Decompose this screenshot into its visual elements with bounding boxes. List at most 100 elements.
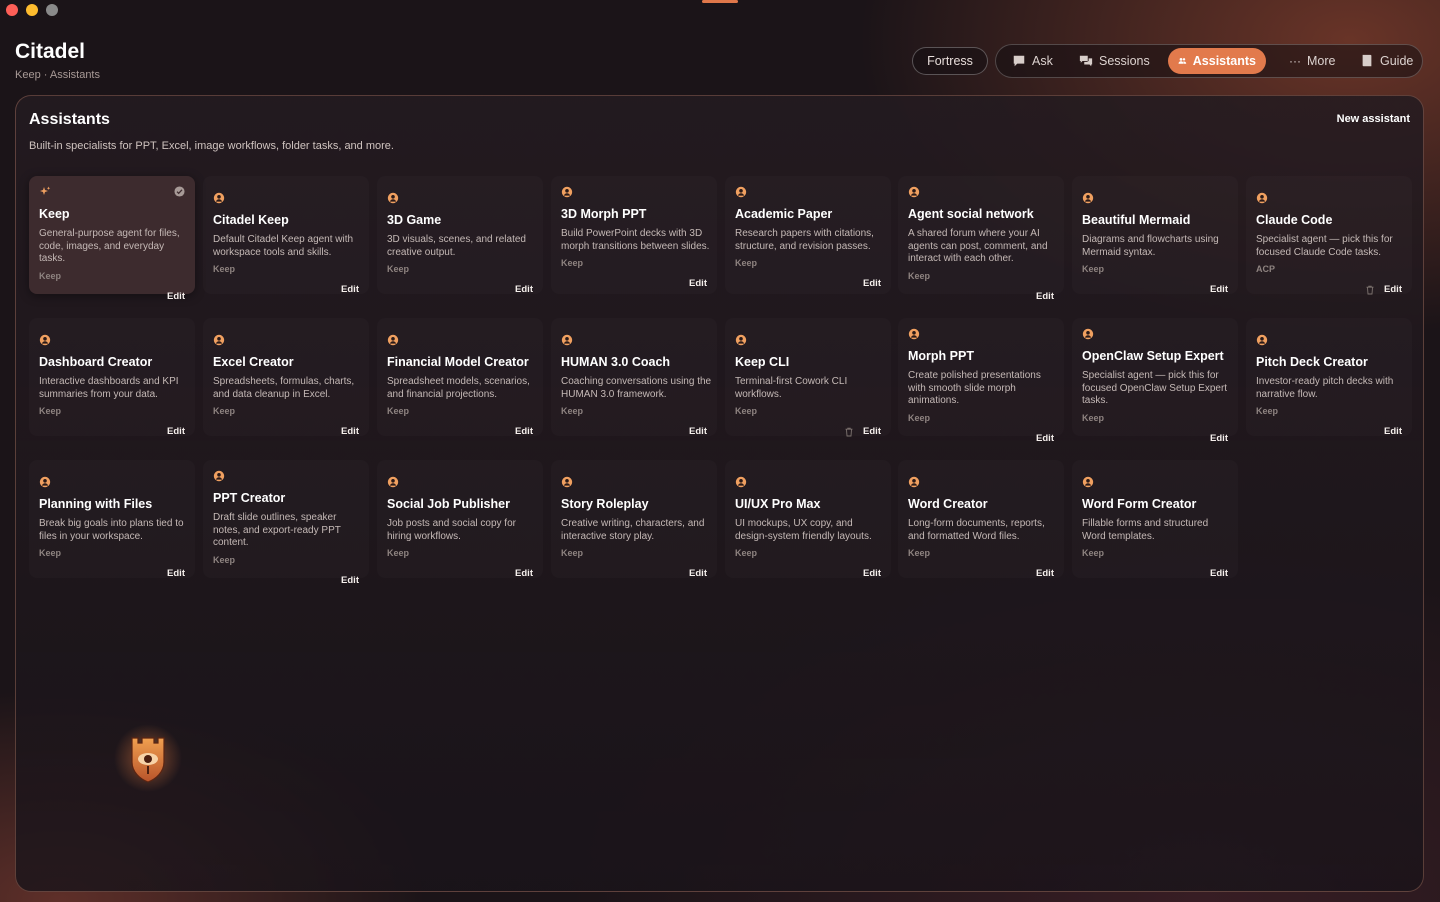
assistant-name: 3D Game [387, 213, 442, 227]
assistant-description: UI mockups, UX copy, and design-system f… [735, 518, 872, 542]
edit-button[interactable]: Edit [1210, 568, 1228, 579]
assistant-card[interactable]: Financial Model Creator Spreadsheet model… [377, 318, 543, 437]
edit-button[interactable]: Edit [1210, 433, 1228, 444]
assistant-source-badge: Keep [213, 555, 236, 565]
nav-ask[interactable]: Ask [1002, 48, 1063, 74]
ellipsis-icon: ··· [1289, 54, 1301, 68]
assistant-card[interactable]: Beautiful Mermaid Diagrams and flowcharts… [1072, 176, 1238, 295]
assistant-description: Draft slide outlines, speaker notes, and… [213, 512, 341, 548]
assistant-source-badge: Keep [213, 264, 236, 274]
assistant-card[interactable]: Agent social network A shared forum where… [898, 176, 1064, 302]
edit-button[interactable]: Edit [689, 278, 707, 289]
drag-handle[interactable] [702, 0, 738, 3]
assistant-card[interactable]: Word Creator Long-form documents, reports… [898, 460, 1064, 579]
edit-button[interactable]: Edit [167, 426, 185, 437]
nav-more[interactable]: ··· More [1279, 48, 1345, 74]
check-icon [174, 186, 185, 197]
edit-button[interactable]: Edit [1036, 433, 1054, 444]
users-icon [1178, 57, 1187, 64]
assistant-description: Research papers with citations, structur… [735, 228, 874, 252]
assistant-name: HUMAN 3.0 Coach [561, 355, 671, 369]
assistant-card[interactable]: Citadel Keep Default Citadel Keep agent w… [203, 176, 369, 295]
user-icon [387, 192, 399, 204]
edit-button[interactable]: Edit [515, 426, 533, 437]
edit-button[interactable]: Edit [1036, 568, 1054, 579]
assistant-source-badge: Keep [908, 271, 931, 281]
assistant-card[interactable]: Claude Code Specialist agent — pick this … [1246, 176, 1412, 295]
edit-button[interactable]: Edit [1384, 426, 1402, 437]
close-window-button[interactable] [6, 4, 18, 16]
assistant-card[interactable]: Excel Creator Spreadsheets, formulas, cha… [203, 318, 369, 437]
assistant-card[interactable]: Pitch Deck Creator Investor-ready pitch d… [1246, 318, 1412, 437]
assistant-source-badge: Keep [735, 548, 758, 558]
edit-button[interactable]: Edit [1036, 291, 1054, 302]
user-icon [735, 186, 747, 198]
user-icon [387, 476, 399, 488]
assistant-card[interactable]: 3D Morph PPT Build PowerPoint decks with … [551, 176, 717, 294]
assistant-card[interactable]: HUMAN 3.0 Coach Coaching conversations us… [551, 318, 717, 437]
edit-button[interactable]: Edit [863, 568, 881, 579]
nav-sessions[interactable]: Sessions [1069, 48, 1160, 74]
edit-button[interactable]: Edit [341, 426, 359, 437]
assistant-source-badge: Keep [1082, 548, 1105, 558]
assistant-card[interactable]: UI/UX Pro Max UI mockups, UX copy, and de… [725, 460, 891, 579]
assistant-card[interactable]: PPT Creator Draft slide outlines, speaker… [203, 460, 369, 586]
trash-icon[interactable] [844, 427, 854, 437]
assistant-card[interactable]: Word Form Creator Fillable forms and stru… [1072, 460, 1238, 579]
assistant-description: Specialist agent — pick this for focused… [1256, 234, 1393, 258]
edit-button[interactable]: Edit [1384, 284, 1402, 295]
edit-button[interactable]: Edit [341, 284, 359, 295]
assistant-description: Fillable forms and structured Word templ… [1082, 518, 1209, 542]
user-icon [908, 186, 920, 198]
nav-assistants[interactable]: Assistants [1168, 48, 1266, 74]
assistant-description: Create polished presentations with smoot… [908, 370, 1041, 406]
edit-button[interactable]: Edit [167, 291, 185, 302]
trash-icon[interactable] [1365, 285, 1375, 295]
assistant-name: Pitch Deck Creator [1256, 355, 1368, 369]
assistant-name: Excel Creator [213, 355, 294, 369]
user-icon [213, 334, 225, 346]
assistant-description: Long-form documents, reports, and format… [908, 518, 1045, 542]
user-icon [908, 328, 920, 340]
edit-button[interactable]: Edit [515, 568, 533, 579]
user-icon [213, 192, 225, 204]
edit-button[interactable]: Edit [689, 568, 707, 579]
assistant-source-badge: Keep [1082, 413, 1105, 423]
nav-assistants-label: Assistants [1192, 54, 1256, 68]
assistant-description: Specialist agent — pick this for focused… [1082, 370, 1228, 406]
new-assistant-button[interactable]: New assistant [1337, 113, 1410, 125]
edit-button[interactable]: Edit [689, 426, 707, 437]
assistant-card[interactable]: Keep CLI Terminal-first Cowork CLI workfl… [725, 318, 891, 437]
assistant-card[interactable]: Academic Paper Research papers with citat… [725, 176, 891, 294]
nav-guide[interactable]: Guide [1350, 48, 1423, 74]
assistant-description: Diagrams and flowcharts using Mermaid sy… [1082, 234, 1219, 258]
assistant-source-badge: Keep [1082, 264, 1105, 274]
assistant-source-badge: Keep [1256, 406, 1279, 416]
assistant-name: Planning with Files [39, 497, 153, 511]
assistant-card[interactable]: Story Roleplay Creative writing, characte… [551, 460, 717, 579]
zoom-window-button[interactable] [46, 4, 58, 16]
fortress-button[interactable]: Fortress [912, 47, 988, 75]
assistant-card[interactable]: Keep General-purpose agent for files, cod… [29, 176, 195, 302]
assistant-name: Agent social network [908, 207, 1034, 221]
assistant-card[interactable]: Morph PPT Create polished presentations w… [898, 318, 1064, 444]
assistant-card[interactable]: Social Job Publisher Job posts and social… [377, 460, 543, 579]
user-icon [735, 334, 747, 346]
edit-button[interactable]: Edit [515, 284, 533, 295]
edit-button[interactable]: Edit [341, 575, 359, 586]
assistant-name: Social Job Publisher [387, 497, 510, 511]
app-title: Citadel [15, 40, 86, 63]
assistant-card[interactable]: Planning with Files Break big goals into … [29, 460, 195, 579]
minimize-window-button[interactable] [26, 4, 38, 16]
user-icon [561, 186, 573, 198]
edit-button[interactable]: Edit [1210, 284, 1228, 295]
panel-title: Assistants [29, 111, 110, 128]
assistant-card[interactable]: 3D Game 3D visuals, scenes, and related c… [377, 176, 543, 295]
edit-button[interactable]: Edit [167, 568, 185, 579]
assistant-description: Coaching conversations using the HUMAN 3… [561, 376, 712, 400]
edit-button[interactable]: Edit [863, 278, 881, 289]
assistant-card[interactable]: OpenClaw Setup Expert Specialist agent — … [1072, 318, 1238, 444]
assistant-description: 3D visuals, scenes, and related creative… [387, 234, 526, 258]
edit-button[interactable]: Edit [863, 426, 881, 437]
assistant-card[interactable]: Dashboard Creator Interactive dashboards … [29, 318, 195, 437]
